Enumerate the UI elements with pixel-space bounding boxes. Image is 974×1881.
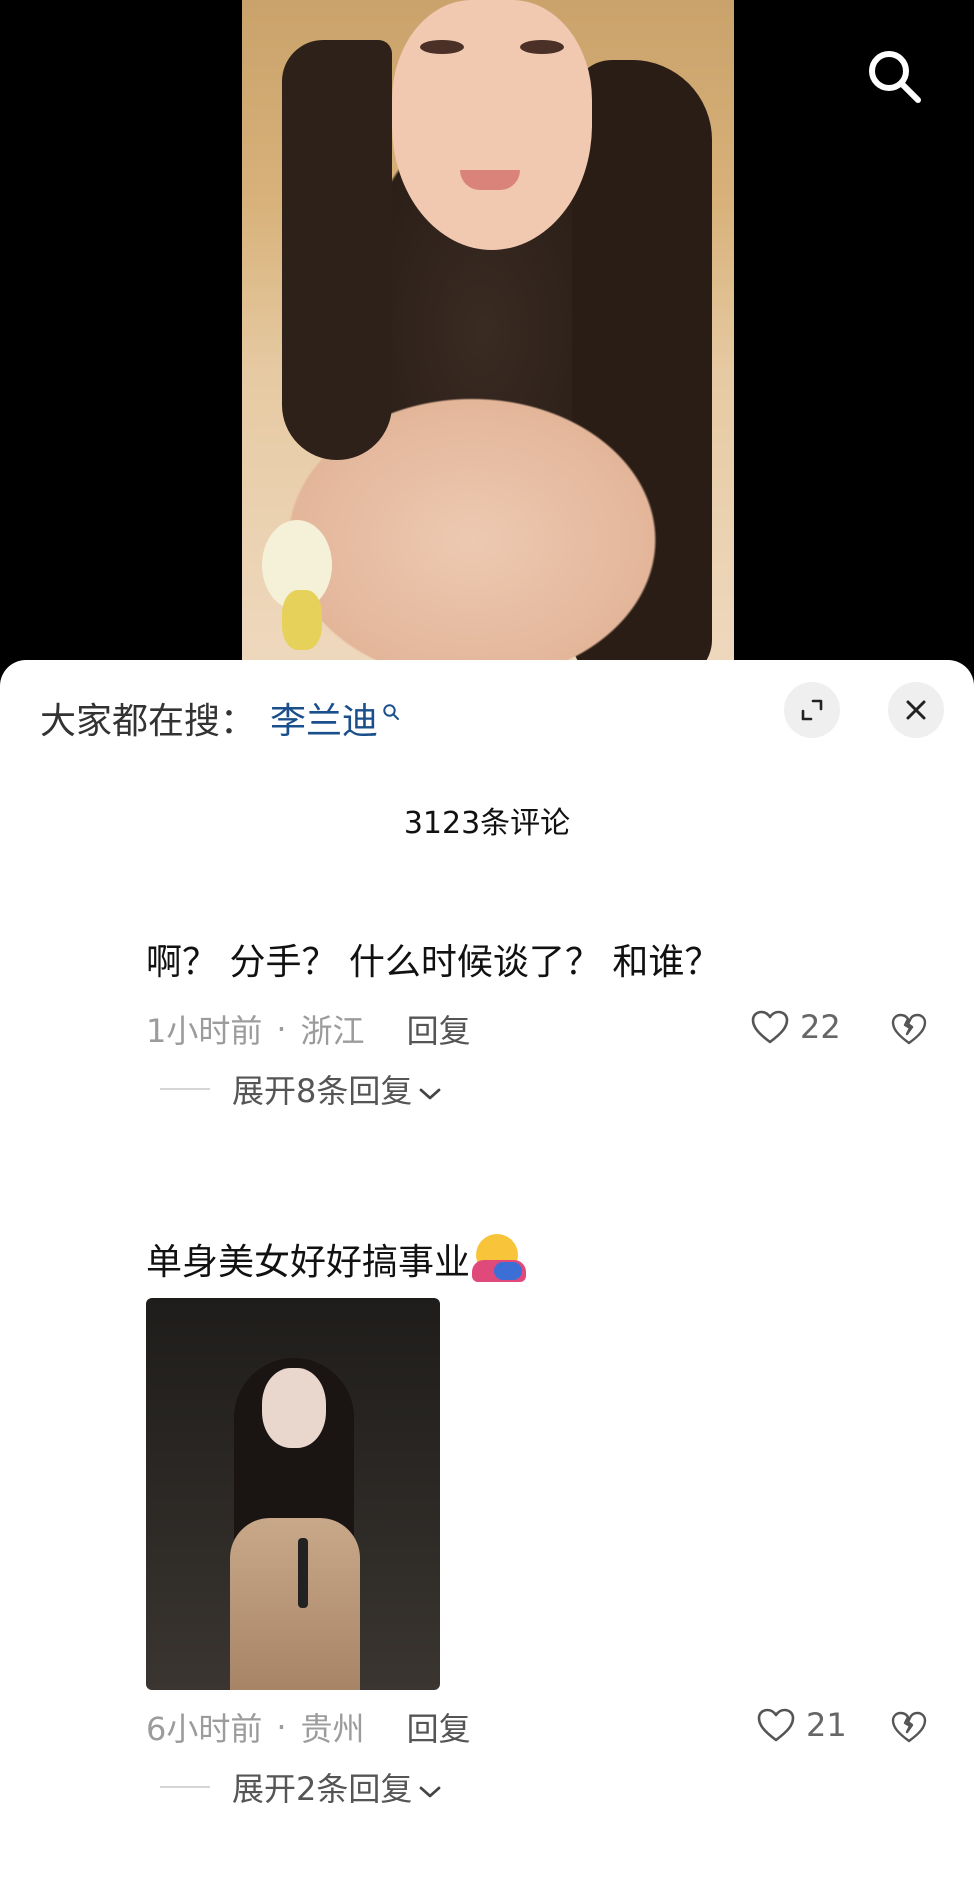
- comment-text: 啊？ 分手？ 什么时候谈了？ 和谁？: [146, 942, 721, 983]
- reply-button[interactable]: 回复: [407, 1006, 471, 1052]
- close-button[interactable]: [888, 682, 944, 738]
- chevron-down-icon: [418, 1072, 442, 1110]
- expand-replies[interactable]: 展开8条回复: [160, 1066, 442, 1112]
- search-small-icon: [382, 689, 400, 730]
- expand-replies[interactable]: 展开2条回复: [160, 1764, 442, 1810]
- comment-count: 3123条评论: [403, 806, 571, 841]
- video-frame: [242, 0, 734, 680]
- expand-replies-label: 展开8条回复: [232, 1072, 413, 1110]
- expand-replies-label: 展开2条回复: [232, 1770, 413, 1808]
- dislike-button[interactable]: [890, 1710, 928, 1748]
- divider-line: [160, 1088, 210, 1090]
- broken-heart-icon: [891, 1711, 927, 1743]
- comment-text-body: 单身美女好好搞事业: [146, 1242, 471, 1283]
- expand-button[interactable]: [784, 682, 840, 738]
- like-count: 22: [800, 1008, 841, 1046]
- heart-icon: [757, 1708, 795, 1742]
- trending-term-link[interactable]: 李兰迪: [270, 692, 378, 744]
- comment-image[interactable]: [146, 1298, 440, 1690]
- comment-item: 啊？ 分手？ 什么时候谈了？ 和谁？ 1小时前 · 浙江 回复 22 展开8条回…: [146, 940, 946, 1110]
- chevron-down-icon: [418, 1770, 442, 1808]
- comment-item: 单身美女好好搞事业 6小时前 · 贵州 回复 21 展开2条回复: [146, 1234, 946, 1808]
- broken-heart-icon: [891, 1013, 927, 1045]
- comment-location: 浙江: [300, 1012, 365, 1050]
- like-count: 21: [806, 1706, 847, 1744]
- heart-icon: [751, 1010, 789, 1044]
- close-icon: [906, 700, 926, 720]
- trending-search[interactable]: 大家都在搜： 李兰迪: [40, 688, 400, 748]
- reply-button[interactable]: 回复: [407, 1704, 471, 1750]
- expand-icon: [801, 699, 823, 721]
- meta-separator: ·: [276, 1010, 287, 1048]
- meta-separator: ·: [276, 1708, 287, 1746]
- divider-line: [160, 1786, 210, 1788]
- comment-sheet: 大家都在搜： 李兰迪 3123条评论 啊？ 分手？ 什么时候谈了？ 和谁？ 1小…: [0, 660, 974, 1881]
- like-button[interactable]: 21: [756, 1706, 847, 1744]
- trending-prefix: 大家都在搜：: [40, 701, 257, 742]
- hugging-face-emoji: [472, 1234, 527, 1282]
- comment-time: 6小时前: [146, 1710, 263, 1748]
- search-icon[interactable]: [858, 40, 930, 112]
- comment-time: 1小时前: [146, 1012, 263, 1050]
- comment-text: 单身美女好好搞事业: [146, 1234, 946, 1287]
- video-player[interactable]: [0, 0, 974, 680]
- dislike-button[interactable]: [890, 1012, 928, 1050]
- comment-location: 贵州: [300, 1710, 365, 1748]
- like-button[interactable]: 22: [750, 1008, 841, 1046]
